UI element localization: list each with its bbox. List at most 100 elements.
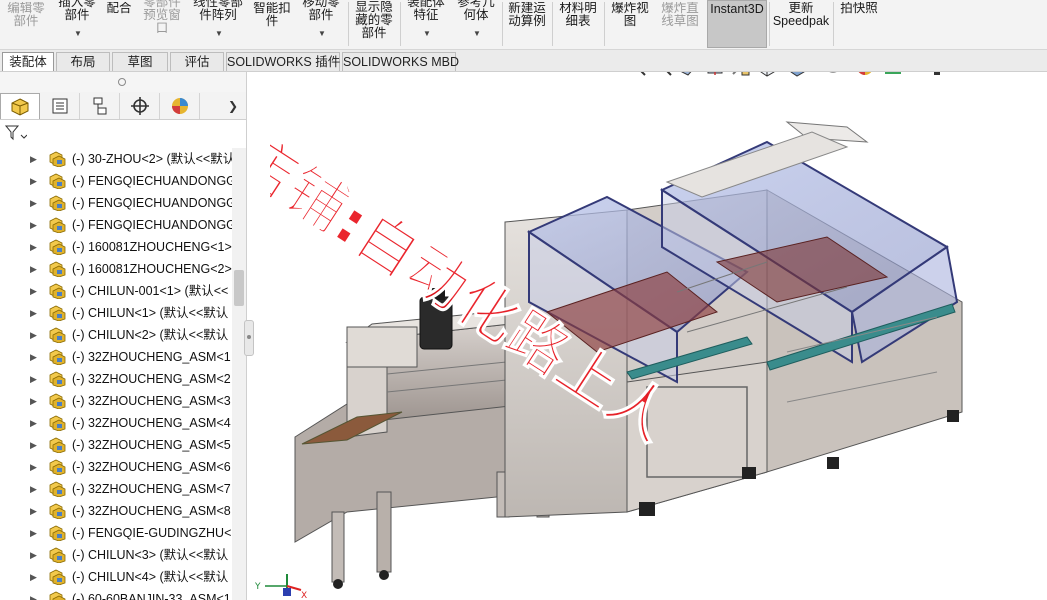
property-manager-tab[interactable]	[40, 93, 80, 119]
show-hidden-components-button[interactable]: 显示隐 藏的零 部件	[350, 1, 398, 49]
new-motion-study-button[interactable]: 新建运 动算例	[504, 2, 550, 50]
expand-arrow-icon[interactable]: ▶	[30, 258, 37, 280]
assembly-component-icon	[49, 327, 66, 343]
feature-manager-tab[interactable]	[0, 93, 40, 119]
graphics-area[interactable]: Y X	[247, 72, 1047, 600]
tree-item[interactable]: ▶ (-) 160081ZHOUCHENG<1>	[0, 236, 232, 258]
packaging-machine-model[interactable]	[247, 72, 1047, 600]
tree-item[interactable]: ▶ (-) FENGQIE-GUDINGZHU<	[0, 522, 232, 544]
linear-component-pattern-button[interactable]: 线性零部 件阵列 ▼	[189, 0, 247, 44]
tree-item[interactable]: ▶ (-) CHILUN<4> (默认<<默认	[0, 566, 232, 588]
expand-arrow-icon[interactable]: ▶	[30, 566, 37, 588]
tree-item[interactable]: ▶ (-) 30-ZHOU<2> (默认<<默认	[0, 148, 232, 170]
expand-arrow-icon[interactable]: ▶	[30, 544, 37, 566]
previous-view-icon[interactable]	[678, 72, 700, 78]
tab-assembly[interactable]: 装配体	[2, 52, 54, 71]
assembly-component-icon	[49, 503, 66, 519]
zoom-to-fit-icon[interactable]	[626, 72, 648, 78]
expand-arrow-icon[interactable]: ▶	[30, 390, 37, 412]
assembly-component-icon	[49, 415, 66, 431]
configuration-manager-tab[interactable]	[80, 93, 120, 119]
smart-fasteners-button[interactable]: 智能扣 件	[250, 2, 294, 50]
tree-item[interactable]: ▶ (-) 60-60BANJIN-33_ASM<1	[0, 588, 232, 600]
tree-item[interactable]: ▶ (-) CHILUN<3> (默认<<默认	[0, 544, 232, 566]
move-component-button[interactable]: 移动零 部件 ▼	[297, 0, 345, 44]
dynamic-annotation-icon[interactable]	[730, 72, 752, 78]
update-speedpak-button[interactable]: 更新 Speedpak	[771, 2, 831, 50]
exploded-view-button[interactable]: 爆炸视 图	[606, 2, 654, 50]
expand-arrow-icon[interactable]: ▶	[30, 500, 37, 522]
expand-arrow-icon[interactable]: ▶	[30, 346, 37, 368]
scrollbar-thumb[interactable]	[234, 270, 244, 306]
reference-geometry-button[interactable]: 参考几 何体 ▼	[452, 0, 500, 44]
tree-item[interactable]: ▶ (-) 32ZHOUCHENG_ASM<8	[0, 500, 232, 522]
display-style-icon[interactable]	[786, 72, 808, 78]
expand-arrow-icon[interactable]: ▶	[30, 302, 37, 324]
tree-item[interactable]: ▶ (-) 160081ZHOUCHENG<2>	[0, 258, 232, 280]
tree-item[interactable]: ▶ (-) CHILUN<1> (默认<<默认	[0, 302, 232, 324]
expand-arrow-icon[interactable]: ▶	[30, 280, 37, 302]
chevron-down-icon[interactable]: ▼	[473, 27, 481, 40]
expand-arrow-icon[interactable]: ▶	[30, 214, 37, 236]
panel-splitter[interactable]	[244, 320, 254, 356]
expand-arrow-icon[interactable]: ▶	[30, 170, 37, 192]
filter-icon[interactable]	[5, 125, 27, 141]
apply-scene-icon[interactable]	[882, 72, 904, 78]
instant3d-button[interactable]: Instant3D	[707, 0, 767, 48]
expand-arrow-icon[interactable]: ▶	[30, 588, 37, 600]
expand-arrow-icon[interactable]: ▶	[30, 478, 37, 500]
chevron-down-icon[interactable]: ▼	[318, 27, 326, 40]
section-view-icon[interactable]	[704, 72, 726, 78]
display-manager-tab[interactable]	[160, 93, 200, 119]
assembly-component-icon	[49, 481, 66, 497]
ribbon-divider	[348, 2, 349, 46]
edit-component-button[interactable]: 编辑零 部件	[2, 2, 50, 50]
mate-button[interactable]: 配合	[104, 2, 134, 50]
tab-solidworks-mbd[interactable]: SOLIDWORKS MBD	[342, 52, 459, 71]
zoom-to-area-icon[interactable]	[652, 72, 674, 78]
tree-item[interactable]: ▶ (-) CHILUN-001<1> (默认<<	[0, 280, 232, 302]
tree-item-label: (-) FENGQIE-GUDINGZHU<	[72, 526, 232, 540]
tree-item[interactable]: ▶ (-) 32ZHOUCHENG_ASM<1	[0, 346, 232, 368]
tree-scrollbar[interactable]	[232, 148, 246, 600]
tree-item[interactable]: ▶ (-) 32ZHOUCHENG_ASM<7	[0, 478, 232, 500]
panel-more-tab[interactable]: ❯	[220, 93, 246, 119]
tab-layout[interactable]: 布局	[56, 52, 110, 71]
tree-item[interactable]: ▶ (-) 32ZHOUCHENG_ASM<3	[0, 390, 232, 412]
tree-item[interactable]: ▶ (-) 32ZHOUCHENG_ASM<4	[0, 412, 232, 434]
tree-item[interactable]: ▶ (-) CHILUN<2> (默认<<默认	[0, 324, 232, 346]
expand-arrow-icon[interactable]: ▶	[30, 236, 37, 258]
tree-item[interactable]: ▶ (-) 32ZHOUCHENG_ASM<2	[0, 368, 232, 390]
explode-line-sketch-button[interactable]: 爆炸直 线草图	[656, 2, 704, 50]
chevron-down-icon[interactable]: ▼	[215, 27, 223, 40]
tab-evaluate[interactable]: 评估	[170, 52, 224, 71]
take-snapshot-button[interactable]: 拍快照	[835, 2, 883, 50]
expand-arrow-icon[interactable]: ▶	[30, 192, 37, 214]
assembly-features-button[interactable]: 装配体 特征 ▼	[402, 0, 450, 44]
hide-show-icon[interactable]	[822, 72, 844, 78]
bill-of-materials-button[interactable]: 材料明 细表	[554, 2, 602, 50]
tree-item[interactable]: ▶ (-) 32ZHOUCHENG_ASM<6	[0, 456, 232, 478]
expand-arrow-icon[interactable]: ▶	[30, 522, 37, 544]
tab-solidworks-addins[interactable]: SOLIDWORKS 插件	[226, 52, 340, 71]
expand-arrow-icon[interactable]: ▶	[30, 412, 37, 434]
insert-component-button[interactable]: 插入零 部件 ▼	[52, 0, 102, 44]
expand-arrow-icon[interactable]: ▶	[30, 456, 37, 478]
chevron-down-icon[interactable]: ▼	[423, 27, 431, 40]
view-settings-icon[interactable]	[926, 72, 948, 78]
tab-sketch[interactable]: 草图	[112, 52, 168, 71]
expand-arrow-icon[interactable]: ▶	[30, 324, 37, 346]
chevron-down-icon[interactable]: ▼	[74, 27, 82, 40]
expand-arrow-icon[interactable]: ▶	[30, 434, 37, 456]
view-orientation-icon[interactable]	[756, 72, 778, 78]
panel-grip[interactable]	[0, 72, 246, 92]
tree-item[interactable]: ▶ (-) FENGQIECHUANDONGG	[0, 170, 232, 192]
tree-item[interactable]: ▶ (-) 32ZHOUCHENG_ASM<5	[0, 434, 232, 456]
component-preview-button[interactable]: 零部件 预览窗 口	[137, 0, 187, 44]
expand-arrow-icon[interactable]: ▶	[30, 148, 37, 170]
edit-appearance-icon[interactable]	[854, 72, 876, 78]
tree-item[interactable]: ▶ (-) FENGQIECHUANDONGG	[0, 192, 232, 214]
dimxpert-manager-tab[interactable]	[120, 93, 160, 119]
tree-item[interactable]: ▶ (-) FENGQIECHUANDONGG	[0, 214, 232, 236]
expand-arrow-icon[interactable]: ▶	[30, 368, 37, 390]
